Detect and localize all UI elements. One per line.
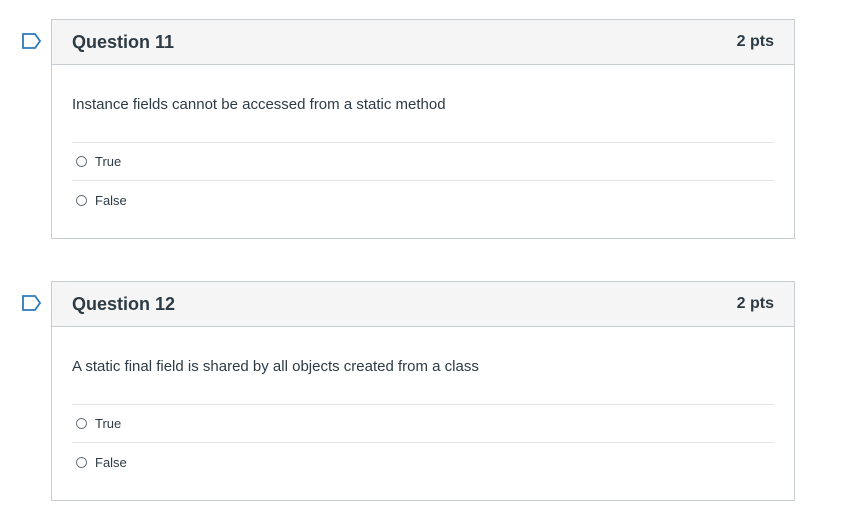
- quiz-page: Question 11 2 pts Instance fields cannot…: [0, 0, 865, 513]
- question-card-11: Question 11 2 pts Instance fields cannot…: [22, 19, 795, 239]
- question-header: Question 11 2 pts: [52, 20, 794, 65]
- radio-button-icon[interactable]: [76, 156, 87, 167]
- answer-label: False: [95, 454, 127, 470]
- question-title: Question 12: [72, 293, 176, 314]
- flag-question-icon[interactable]: [22, 33, 42, 49]
- answer-label: False: [95, 192, 127, 208]
- question-text: Instance fields cannot be accessed from …: [72, 65, 774, 143]
- radio-button-icon[interactable]: [76, 456, 87, 468]
- question-body: Instance fields cannot be accessed from …: [52, 65, 794, 219]
- question-body: A static final field is shared by all ob…: [52, 327, 794, 481]
- question-header: Question 12 2 pts: [52, 282, 794, 327]
- answer-option-true[interactable]: True: [72, 405, 774, 443]
- answer-label: True: [95, 416, 122, 431]
- flag-question-icon[interactable]: [22, 295, 42, 311]
- question-points: 2 pts: [736, 295, 774, 312]
- answer-option-false[interactable]: False: [72, 181, 774, 219]
- question-title: Question 11: [72, 31, 175, 52]
- answer-label: True: [95, 154, 122, 169]
- question-text: A static final field is shared by all ob…: [72, 327, 774, 405]
- radio-button-icon[interactable]: [76, 418, 87, 429]
- answer-option-true[interactable]: True: [72, 143, 774, 181]
- answer-option-false[interactable]: False: [72, 443, 774, 481]
- question-points: 2 pts: [736, 33, 774, 50]
- radio-button-icon[interactable]: [76, 194, 87, 206]
- question-card-12: Question 12 2 pts A static final field i…: [22, 281, 795, 501]
